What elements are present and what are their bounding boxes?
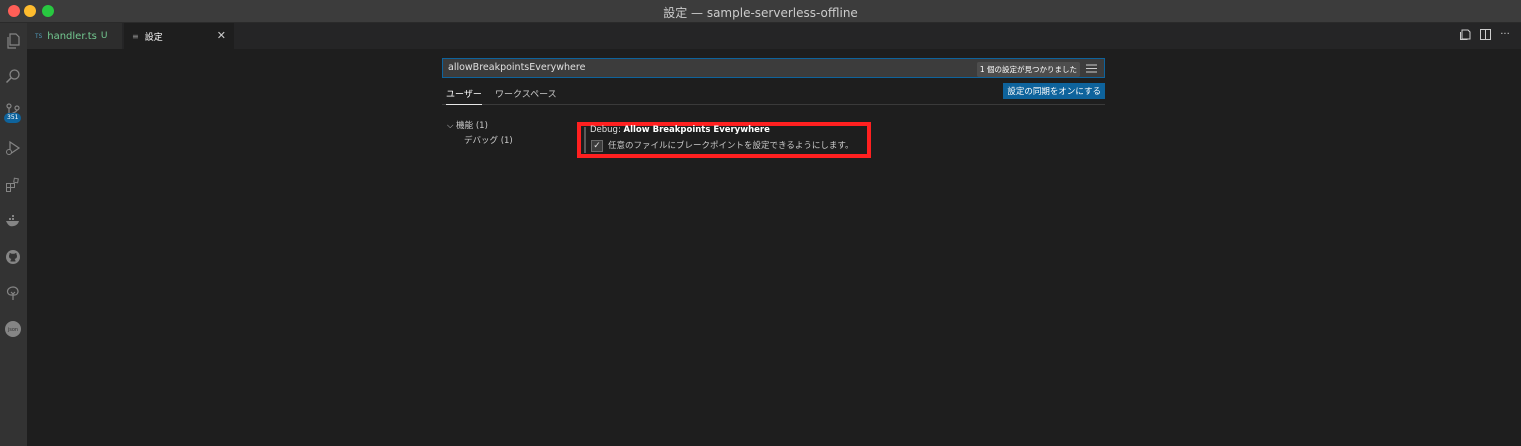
- search-icon[interactable]: [3, 66, 23, 86]
- result-count-badge: 1 個の設定が見つかりました: [976, 62, 1080, 77]
- toc-item-debug[interactable]: デバッグ (1): [464, 134, 513, 146]
- source-control-badge: 351: [4, 113, 22, 123]
- setting-focus-bar: [584, 127, 586, 153]
- github-icon[interactable]: [3, 247, 23, 267]
- tab-workspace[interactable]: ワークスペース: [495, 87, 557, 100]
- tree-icon[interactable]: [3, 283, 23, 303]
- settings-file-icon: ≡: [132, 31, 139, 41]
- run-debug-icon[interactable]: [3, 138, 23, 158]
- window-title: 設定 — sample-serverless-offline: [663, 6, 858, 20]
- vscode-window: 設定 — sample-serverless-offline 351 json: [0, 0, 1521, 446]
- title-bar: 設定 — sample-serverless-offline: [0, 0, 1521, 23]
- extensions-icon[interactable]: [3, 175, 23, 195]
- json-icon[interactable]: json: [3, 319, 23, 339]
- editor-tab-bar: TS handler.ts U ≡ 設定 ✕ ···: [27, 23, 1521, 49]
- explorer-icon[interactable]: [3, 31, 23, 51]
- allow-breakpoints-checkbox[interactable]: ✓: [591, 140, 603, 152]
- setting-title: Debug: Allow Breakpoints Everywhere: [590, 125, 770, 135]
- tab-label: handler.ts: [47, 30, 97, 42]
- setting-description: 任意のファイルにブレークポイントを設定できるようにします。: [608, 141, 854, 151]
- more-actions-icon[interactable]: ···: [1499, 27, 1511, 41]
- toc-item-feature[interactable]: ⌵ 機能 (1): [447, 119, 488, 131]
- open-settings-json-icon[interactable]: [1459, 27, 1471, 41]
- tab-handler-ts[interactable]: TS handler.ts U: [27, 23, 123, 49]
- setting-key: Allow Breakpoints Everywhere: [623, 125, 770, 135]
- chevron-down-icon: ⌵: [447, 121, 454, 131]
- typescript-icon: TS: [35, 32, 43, 40]
- search-value: allowBreakpointsEverywhere: [448, 62, 586, 73]
- activity-bar: 351 json: [0, 23, 27, 446]
- tab-user[interactable]: ユーザー: [446, 87, 482, 105]
- settings-search-input[interactable]: allowBreakpointsEverywhere 1 個の設定が見つかりまし…: [442, 58, 1105, 78]
- toc-feature-label: 機能 (1): [456, 121, 488, 131]
- untracked-indicator: U: [100, 31, 108, 41]
- turn-on-sync-button[interactable]: 設定の同期をオンにする: [1003, 83, 1105, 99]
- tab-settings[interactable]: ≡ 設定 ✕: [124, 23, 234, 49]
- setting-category: Debug:: [590, 125, 624, 135]
- split-editor-icon[interactable]: [1479, 27, 1491, 41]
- clear-filter-icon[interactable]: [1086, 64, 1097, 73]
- settings-scope-tabs: ユーザー ワークスペース 設定の同期をオンにする: [442, 83, 1105, 105]
- tab-label: 設定: [144, 32, 163, 43]
- editor-actions: ···: [1459, 27, 1511, 41]
- close-icon[interactable]: ✕: [217, 29, 226, 42]
- svg-text:json: json: [7, 327, 18, 333]
- docker-icon[interactable]: [3, 211, 23, 231]
